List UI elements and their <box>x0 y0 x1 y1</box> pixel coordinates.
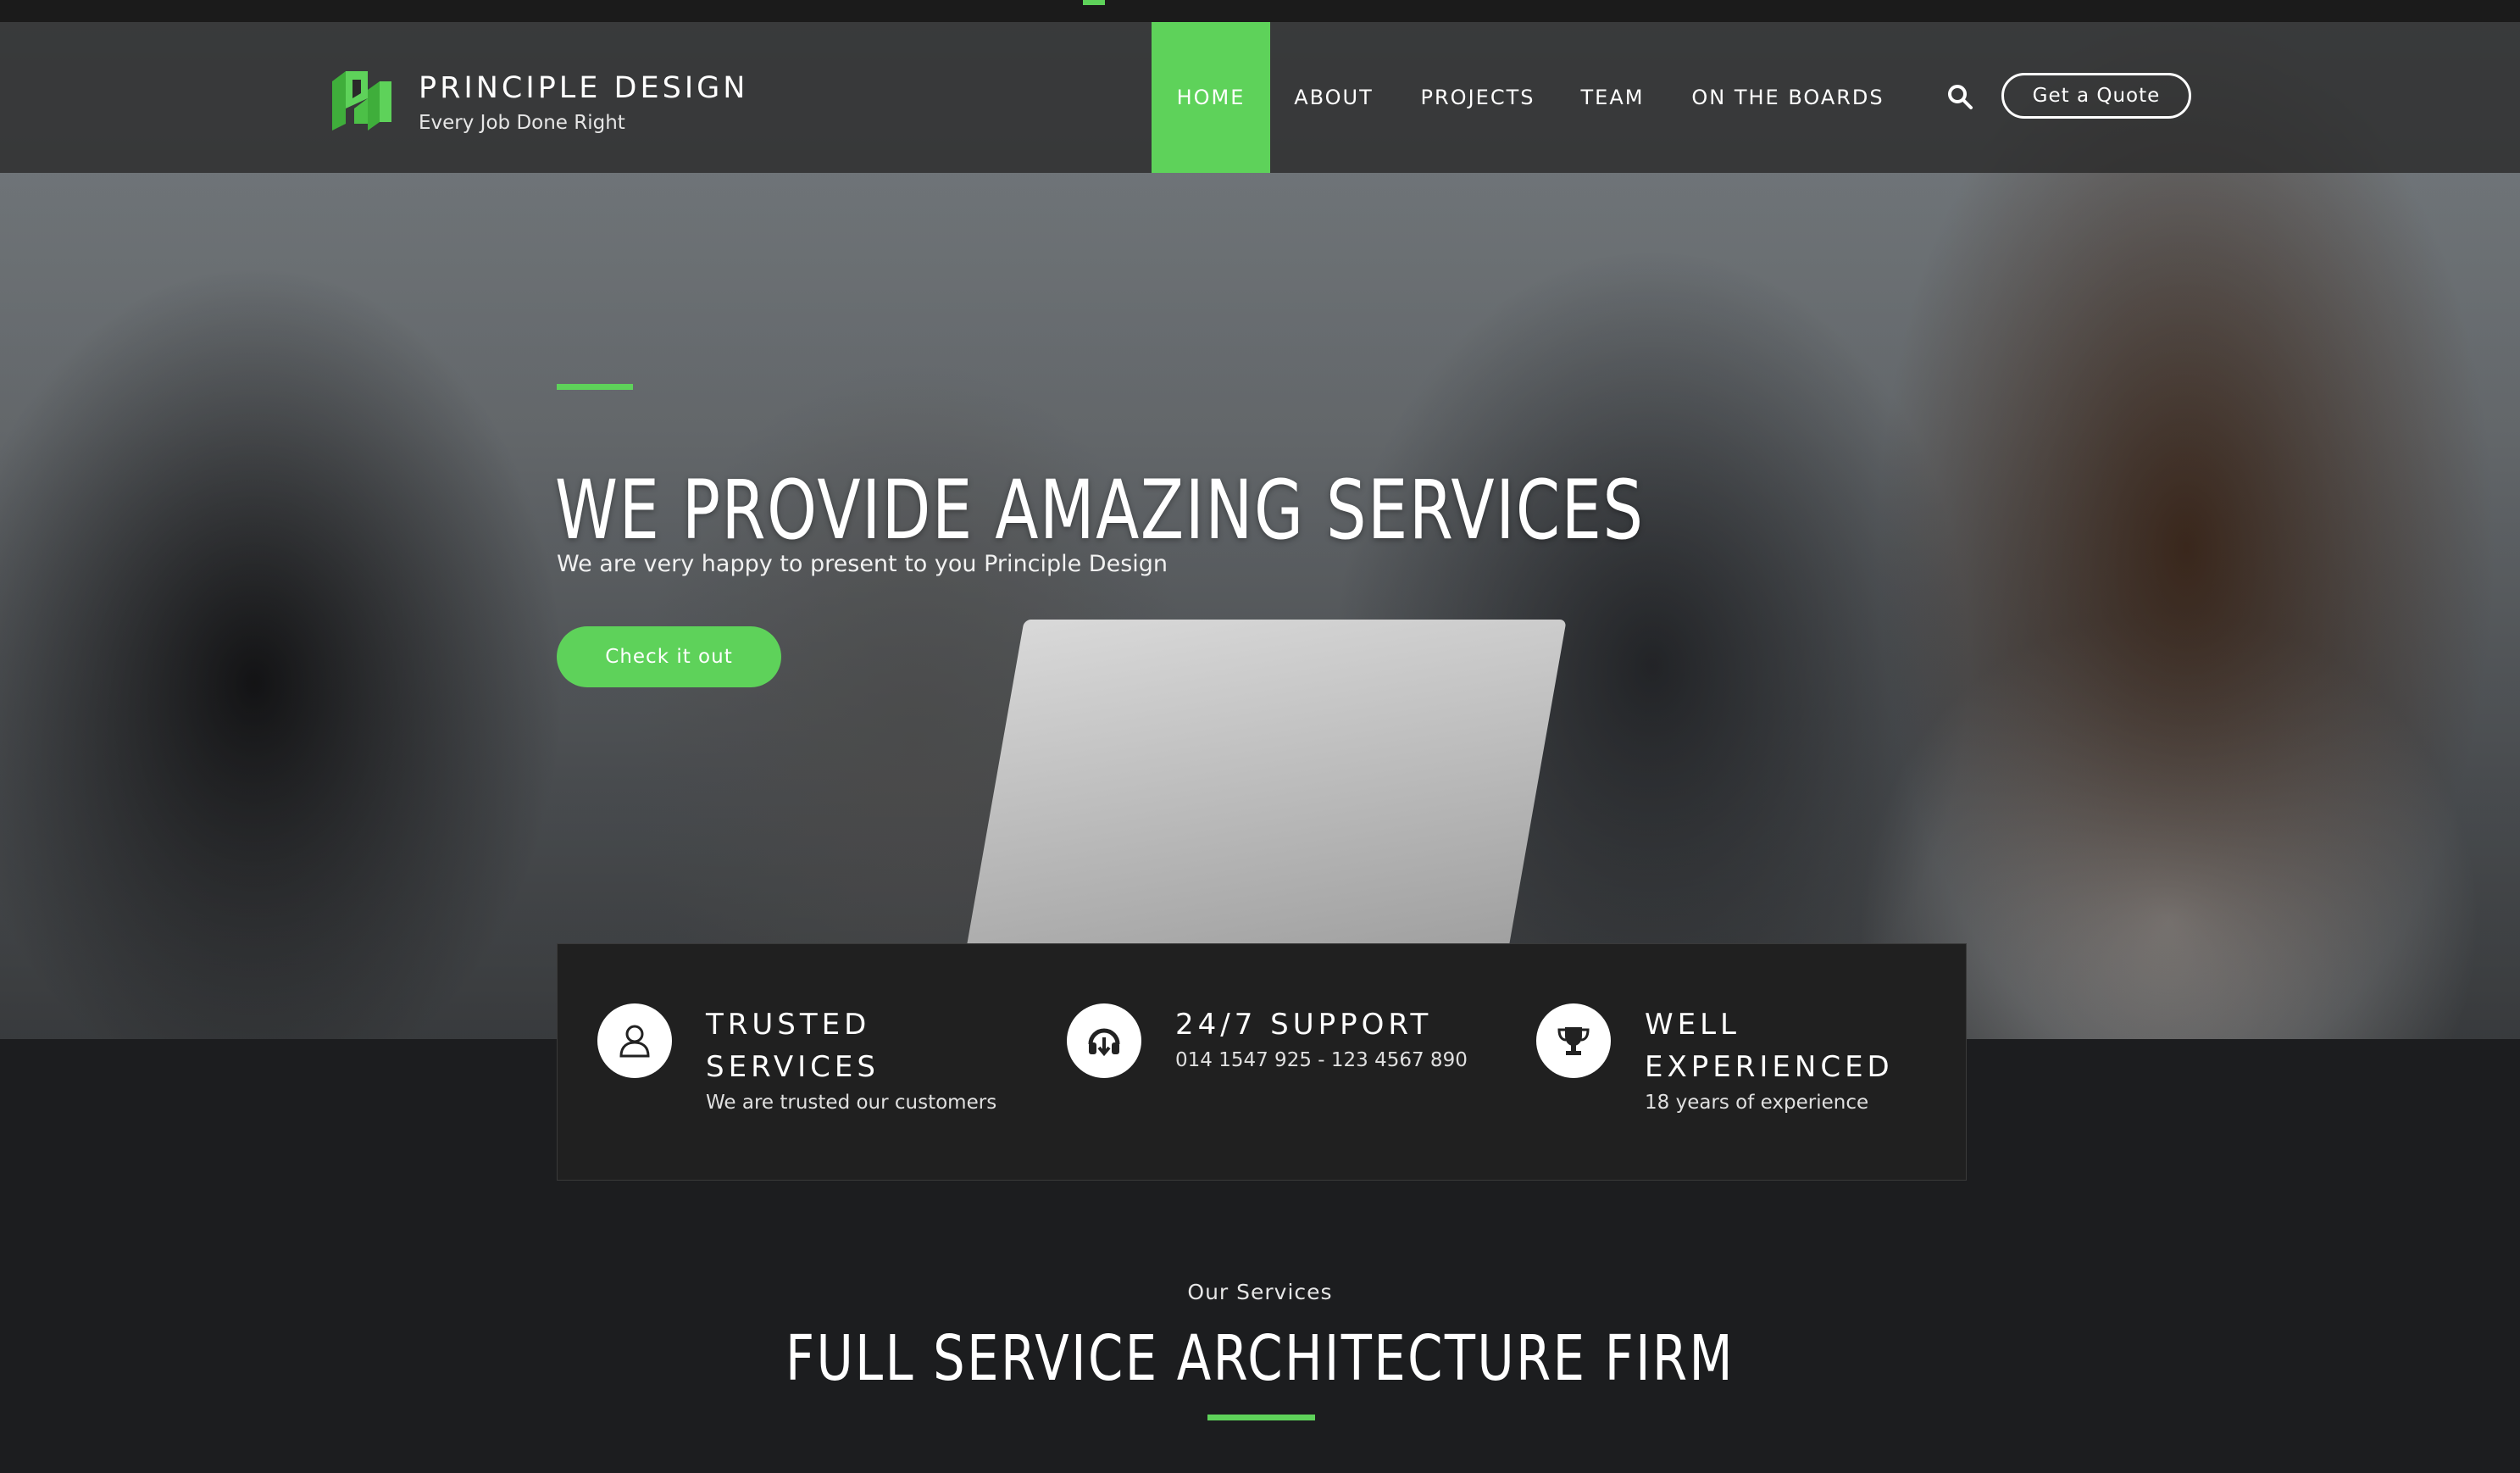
feature-desc: We are trusted our customers <box>706 1092 997 1114</box>
features-box: TRUSTED SERVICES We are trusted our cust… <box>557 943 1967 1181</box>
nav-projects[interactable]: PROJECTS <box>1417 22 1539 173</box>
headset-icon <box>1067 1003 1141 1078</box>
site-header: PRINCIPLE DESIGN Every Job Done Right HO… <box>0 22 2520 173</box>
trophy-icon <box>1536 1003 1611 1078</box>
feature-title: 24/7 SUPPORT <box>1175 1008 1433 1042</box>
get-quote-button[interactable]: Get a Quote <box>2001 73 2191 119</box>
nav-about[interactable]: ABOUT <box>1286 22 1381 173</box>
feature-desc: 014 1547 925 - 123 4567 890 <box>1175 1049 1468 1071</box>
feature-desc: 18 years of experience <box>1645 1092 1869 1114</box>
brand-tagline: Every Job Done Right <box>419 112 625 134</box>
hero-accent-line <box>557 384 633 390</box>
check-it-out-button[interactable]: Check it out <box>557 626 781 687</box>
services-label: Our Services <box>1187 1280 1333 1304</box>
nav-team[interactable]: TEAM <box>1576 22 1649 173</box>
search-icon[interactable] <box>1946 83 1973 110</box>
hero-laptop-image <box>958 620 1567 992</box>
nav-home[interactable]: HOME <box>1152 22 1270 173</box>
top-bar-accent <box>1083 0 1105 5</box>
nav-on-the-boards[interactable]: ON THE BOARDS <box>1691 22 1884 173</box>
logo-icon[interactable] <box>329 64 393 131</box>
hero-subtitle: We are very happy to present to you Prin… <box>557 551 1168 577</box>
hero-title: WE PROVIDE AMAZING SERVICES <box>555 463 1645 559</box>
feature-title: WELL EXPERIENCED <box>1645 1008 1894 1084</box>
top-bar <box>0 0 2520 22</box>
brand-name[interactable]: PRINCIPLE DESIGN <box>419 71 748 105</box>
services-title-text: FULL SERVICE ARCHITECTURE FIRM <box>785 1322 1735 1395</box>
services-accent-line <box>1207 1415 1315 1420</box>
user-icon <box>597 1003 672 1078</box>
feature-title: TRUSTED SERVICES <box>706 1008 880 1084</box>
services-title: FULL SERVICE ARCHITECTURE FIRM <box>0 1322 2520 1395</box>
